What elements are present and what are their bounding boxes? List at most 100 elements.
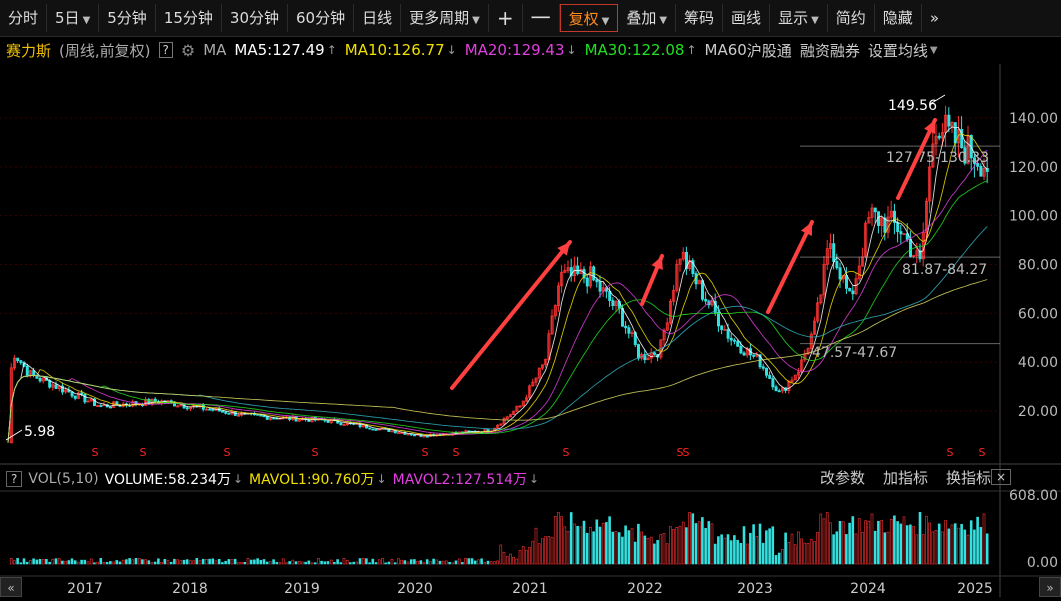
volume-bar xyxy=(336,559,339,565)
gear-icon[interactable]: ⚙ xyxy=(181,41,195,60)
toolbar-item-14[interactable]: 显示 ▼ xyxy=(770,4,828,32)
volume-bar xyxy=(515,558,519,565)
volume-bar xyxy=(435,559,439,565)
toolbar-item-16[interactable]: 隐藏 xyxy=(875,4,922,32)
stock-name[interactable]: 赛力斯 xyxy=(6,40,51,61)
toolbar-item-15[interactable]: 简约 xyxy=(828,4,875,32)
add-indicator-button[interactable]: 加指标 xyxy=(883,467,928,488)
volume-bar xyxy=(752,524,755,565)
volume-bar xyxy=(518,550,522,565)
toolbar-item-5[interactable]: 60分钟 xyxy=(288,4,355,32)
toolbar-item-10[interactable]: 复权 ▼ xyxy=(559,4,619,32)
volume-bar xyxy=(77,561,80,565)
toolbar-item-4[interactable]: 30分钟 xyxy=(222,4,288,32)
candle-body xyxy=(765,367,769,376)
volume-bar xyxy=(483,562,487,565)
volume-bar xyxy=(829,522,832,565)
volume-bar xyxy=(291,559,295,565)
mavol2-arrow-icon: ↓ xyxy=(529,472,540,486)
volume-bar xyxy=(950,524,954,565)
volume-bar xyxy=(845,534,848,565)
candle-body xyxy=(396,432,400,435)
volume-bar xyxy=(134,558,138,565)
price-tick-label: 120.00 xyxy=(1009,160,1058,176)
volume-bar xyxy=(173,558,176,565)
ma-settings-button[interactable]: 设置均线 xyxy=(868,40,928,61)
volume-bar xyxy=(45,558,48,565)
kline-chart[interactable]: 20.00 40.00 60.00 80.00 100.00 120.00 140.00 5.… xyxy=(0,64,1061,597)
low-price-label: 5.98 xyxy=(24,424,55,440)
help-icon[interactable]: ? xyxy=(158,42,173,58)
change-params-button[interactable]: 改参数 xyxy=(820,467,865,488)
toolbar-item-3[interactable]: 15分钟 xyxy=(156,4,222,32)
volume-bar xyxy=(806,542,810,565)
volume-bar xyxy=(755,536,759,565)
toolbar-item-label: 60分钟 xyxy=(296,9,346,27)
volume-bar xyxy=(160,562,163,565)
volume-bar xyxy=(38,558,42,565)
candle-body xyxy=(272,417,276,420)
candle-body xyxy=(832,243,836,262)
volume-bar xyxy=(275,562,279,565)
volume-bar xyxy=(854,533,858,565)
volume-bar xyxy=(189,560,192,565)
switch-indicator-button[interactable]: 换指标 xyxy=(946,467,991,488)
margin-link[interactable]: 融资融券 xyxy=(800,40,860,61)
volume-bar xyxy=(697,521,701,565)
toolbar-item-label: 隐藏 xyxy=(882,9,913,27)
candle-body xyxy=(739,345,743,354)
volume-bar xyxy=(489,561,493,565)
candle-body xyxy=(627,327,631,334)
signal-s-marker: S xyxy=(947,446,954,459)
toolbar-item-label: 15分钟 xyxy=(163,9,213,27)
candle-body xyxy=(208,408,212,411)
volume-bar xyxy=(179,560,183,565)
toolbar-more-icon[interactable]: » xyxy=(922,4,947,32)
volume-bar xyxy=(185,559,189,565)
volume-bar xyxy=(233,558,237,565)
candle-body xyxy=(265,416,269,420)
hsgt-link[interactable]: 沪股通 xyxy=(747,40,792,61)
volume-bar xyxy=(470,558,474,565)
chevron-down-icon[interactable]: ▼ xyxy=(930,45,938,56)
volume-bar xyxy=(365,558,368,565)
volume-bar xyxy=(153,561,157,565)
volume-bar xyxy=(387,561,391,565)
vol-help-icon[interactable]: ? xyxy=(6,471,23,487)
toolbar-item-9[interactable]: 一 xyxy=(523,4,560,32)
volume-bar xyxy=(48,561,51,565)
close-icon[interactable]: × xyxy=(990,469,1011,485)
volume-bar xyxy=(937,523,941,565)
volume-bar xyxy=(377,559,381,565)
candle-body xyxy=(16,357,20,362)
toolbar-item-8[interactable]: + xyxy=(489,4,523,32)
toolbar-item-6[interactable]: 日线 xyxy=(354,4,402,32)
toolbar-item-11[interactable]: 叠加 ▼ xyxy=(618,4,677,32)
scroll-right-button[interactable]: » xyxy=(1039,577,1061,597)
toolbar-item-13[interactable]: 画线 xyxy=(723,4,771,32)
volume-bar xyxy=(448,562,451,565)
candle-body xyxy=(752,354,756,357)
volume-bar xyxy=(493,561,496,565)
volume-bar xyxy=(457,558,461,565)
volume-bar xyxy=(749,532,752,565)
caret-down-icon: ▼ xyxy=(811,15,819,26)
scroll-left-button[interactable]: « xyxy=(0,577,22,597)
candle-body xyxy=(54,384,58,389)
toolbar-item-2[interactable]: 5分钟 xyxy=(99,4,156,32)
volume-bar xyxy=(269,561,272,565)
volume-bar xyxy=(339,562,343,565)
candle-body xyxy=(262,415,266,418)
toolbar-item-12[interactable]: 筹码 xyxy=(676,4,724,32)
toolbar-item-0[interactable]: 分时 xyxy=(0,4,48,32)
toolbar-item-1[interactable]: 5日 ▼ xyxy=(47,4,100,32)
volume-bar xyxy=(678,525,682,565)
volume-bar xyxy=(761,542,765,565)
toolbar-item-7[interactable]: 更多周期 ▼ xyxy=(401,4,489,32)
toolbar-item-label: 5日 xyxy=(55,9,80,27)
volume-bar xyxy=(931,531,935,565)
toolbar-item-label: + xyxy=(496,6,514,30)
volume-bar xyxy=(201,558,205,565)
volume-bar xyxy=(601,522,605,565)
volume-bar xyxy=(896,521,899,565)
